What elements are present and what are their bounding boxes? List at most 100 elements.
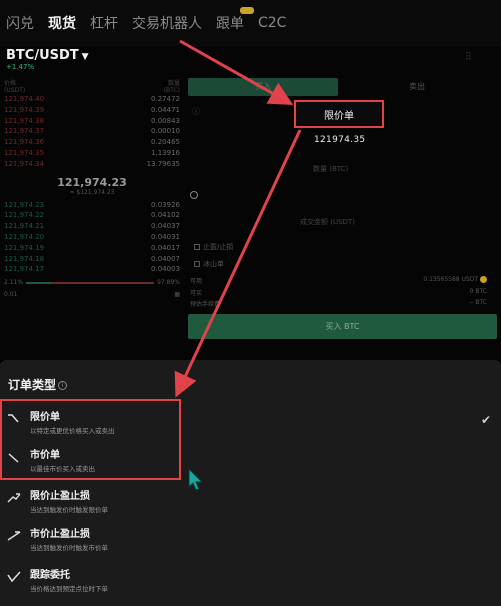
amount-input[interactable]: 成交金额 (USDT)	[300, 217, 355, 227]
option-name: 限价止盈止损	[30, 491, 90, 502]
hot-badge	[240, 7, 254, 14]
ask-row[interactable]: 121,974.34 13.79635	[4, 159, 180, 170]
ask-row[interactable]: 121,974.37 0.00010	[4, 126, 180, 137]
bid-row[interactable]: 121,974.23 0.03926	[4, 200, 180, 211]
bid-row[interactable]: 121,974.22 0.04102	[4, 210, 180, 221]
bid-price: 121,974.23	[4, 200, 45, 209]
qty-column-header: 数量 (BTC)	[163, 80, 180, 94]
bid-price: 121,974.20	[4, 232, 45, 241]
buy-btc-button[interactable]: 买入 BTC	[188, 314, 497, 339]
depth-sell-pct: 97.89%	[157, 279, 180, 287]
bid-row[interactable]: 121,974.17 0.04003	[4, 264, 180, 275]
bid-qty: 0.04037	[151, 222, 180, 231]
chart-icon[interactable]: ⫶⫶	[466, 50, 472, 64]
book-controls: 0.01 ▦	[4, 291, 180, 298]
ask-row[interactable]: 121,974.39 0.04471	[4, 105, 180, 116]
bid-qty: 0.04003	[151, 265, 180, 274]
precision-select[interactable]: 0.01	[4, 291, 17, 298]
iceberg-checkbox[interactable]: 冰山单	[194, 259, 224, 269]
tp-sl-checkbox[interactable]: 止盈/止损	[194, 242, 233, 252]
stop-limit-icon	[7, 493, 21, 503]
tab-c2c[interactable]: C2C	[258, 15, 286, 31]
order-form: 买入 卖出 ⓘ 限价单	[188, 78, 496, 128]
option-trailing-stop[interactable]: 跟踪委托 当价格达到预定点位时下单	[0, 566, 480, 598]
ask-price: 121,974.34	[4, 159, 45, 168]
iceberg-label: 冰山单	[203, 260, 224, 268]
highlight-box	[0, 399, 181, 480]
bid-price: 121,974.21	[4, 222, 45, 231]
option-name: 跟踪委托	[30, 570, 70, 581]
ask-qty: 1.13916	[151, 148, 180, 157]
tp-sl-label: 止盈/止损	[203, 243, 234, 251]
last-price-fiat: ≈ $121,974.23	[69, 188, 115, 196]
bid-qty: 0.04017	[151, 243, 180, 252]
available-label: 可用	[190, 278, 203, 285]
ask-price: 121,974.40	[4, 95, 45, 103]
buy-tab[interactable]: 买入	[188, 78, 338, 96]
bid-qty: 0.03926	[151, 200, 180, 209]
bid-price: 121,974.22	[4, 211, 45, 220]
price-column-header: 价格 (USDT)	[4, 80, 26, 94]
qty-input[interactable]: 数量 (BTC)	[313, 164, 348, 174]
option-stop-market[interactable]: 市价止盈止损 当达到触发价时触发市价单	[0, 525, 480, 557]
ask-qty: 0.27472	[151, 95, 180, 103]
pair-change: +1.47%	[6, 63, 35, 71]
ask-price: 121,974.39	[4, 105, 45, 114]
info-icon[interactable]: ⓘ	[192, 106, 200, 117]
sell-tab[interactable]: 卖出	[338, 78, 496, 96]
ask-price: 121,974.36	[4, 138, 45, 147]
selected-check-icon: ✔	[481, 413, 492, 427]
ask-price: 121,974.35	[4, 148, 45, 157]
available-value: 0.13565588 USDT	[423, 276, 487, 283]
bid-price: 121,974.19	[4, 243, 45, 252]
bid-row[interactable]: 121,974.18 0.04007	[4, 254, 180, 265]
tab-spot[interactable]: 现货	[48, 13, 76, 33]
last-price-block: 121,974.23 ≈ $121,974.23	[4, 170, 180, 200]
option-stop-limit[interactable]: 限价止盈止损 当达到触发价时触发限价单	[0, 487, 480, 519]
tab-margin[interactable]: 杠杆	[90, 13, 118, 33]
ask-qty: 0.04471	[151, 105, 180, 114]
ask-qty: 0.00010	[151, 127, 180, 136]
max-buy-label: 可买	[190, 290, 203, 297]
ask-qty: 13.79635	[146, 159, 180, 168]
coin-icon[interactable]	[480, 276, 487, 283]
side-switch: 买入 卖出	[188, 78, 496, 96]
bid-qty: 0.04031	[151, 232, 180, 241]
book-layout-icon[interactable]: ▦	[174, 291, 180, 298]
bid-row[interactable]: 121,974.21 0.04037	[4, 221, 180, 232]
info-icon[interactable]: i	[58, 381, 68, 390]
option-desc: 当价格达到预定点位时下单	[30, 585, 108, 593]
sheet-title: 订单类型 i	[8, 376, 68, 393]
fee-label: 预估手续费	[190, 301, 221, 308]
pair-selector[interactable]: BTC/USDT ▼	[6, 48, 89, 63]
option-desc: 当达到触发价时触发市价单	[30, 544, 108, 552]
tab-trading-bot[interactable]: 交易机器人	[132, 13, 202, 33]
last-price: 121,974.23	[57, 175, 127, 189]
depth-buy-pct: 2.11%	[4, 279, 24, 287]
ask-price: 121,974.37	[4, 127, 45, 136]
bid-qty: 0.04102	[151, 211, 180, 220]
bid-list: 121,974.23 0.03926 121,974.22 0.04102 121,97…	[4, 200, 180, 276]
ask-row[interactable]: 121,974.36 0.20465	[4, 137, 180, 148]
ask-qty: 0.20465	[151, 138, 180, 147]
bid-row[interactable]: 121,974.20 0.04031	[4, 232, 180, 243]
tab-swap[interactable]: 闪兑	[6, 13, 34, 33]
checkbox-icon	[194, 244, 200, 250]
tab-copy-trading[interactable]: 跟单	[216, 7, 254, 33]
fee-value: -- BTC	[469, 299, 487, 306]
ask-row[interactable]: 121,974.38 0.00843	[4, 116, 180, 127]
order-type-dropdown[interactable]: 限价单	[294, 100, 384, 128]
bid-row[interactable]: 121,974.19 0.04017	[4, 243, 180, 254]
max-buy-value: 0 BTC	[469, 288, 487, 295]
price-input[interactable]: 121974.35	[314, 135, 365, 145]
order-type-row: ⓘ 限价单	[188, 100, 496, 128]
ask-row[interactable]: 121,974.35 1.13916	[4, 148, 180, 159]
ask-list: 121,974.40 0.27472 121,974.39 0.04471 121,97…	[4, 94, 180, 170]
stop-market-icon	[7, 531, 21, 541]
ask-row[interactable]: 121,974.40 0.27472	[4, 94, 180, 105]
checkbox-icon	[194, 261, 200, 267]
caret-down-icon: ▼	[81, 52, 89, 62]
ask-qty: 0.00843	[151, 116, 180, 125]
trailing-stop-icon	[7, 571, 21, 583]
order-book-header: 价格 (USDT) 数量 (BTC)	[4, 78, 180, 94]
